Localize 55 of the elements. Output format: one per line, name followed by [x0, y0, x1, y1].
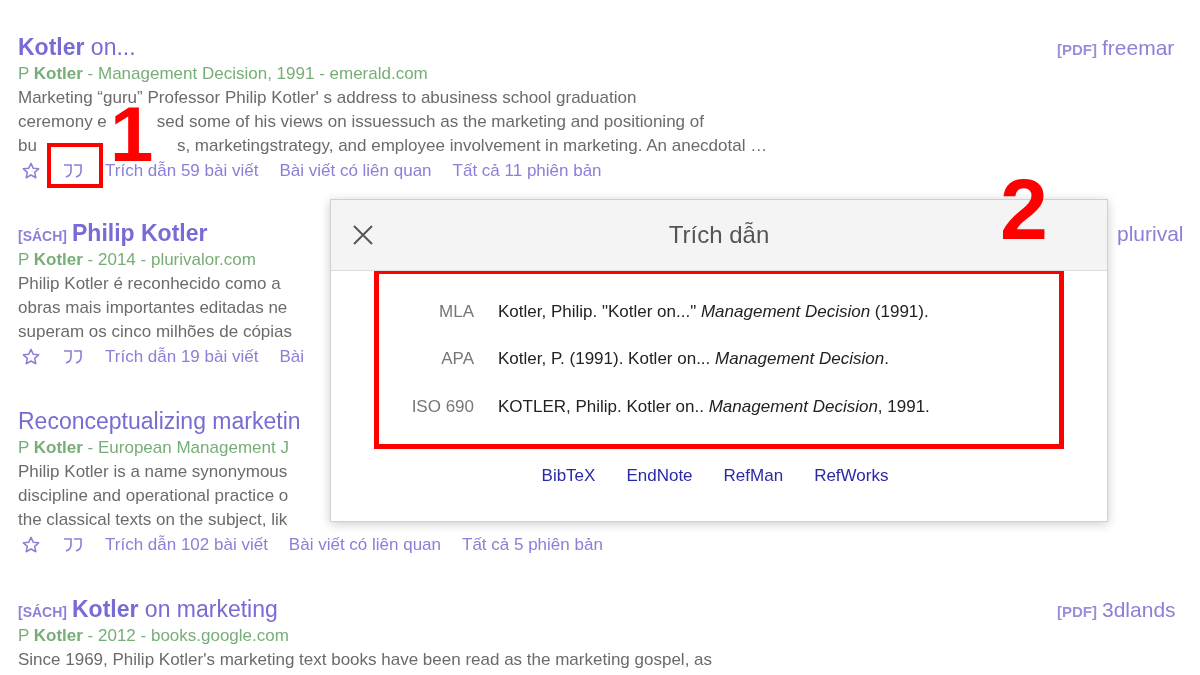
export-link[interactable]: BibTeX	[541, 463, 596, 489]
result-snippet: discipline and operational practice o	[18, 485, 289, 507]
result-meta: P Kotler - 2012 - books.google.com	[18, 625, 290, 647]
result-snippet: Philip Kotler is a name synonymous	[18, 461, 288, 483]
result-snippet: Since 1969, Philip Kotler's marketing text books have been read as the marketing gospel, as	[18, 649, 713, 671]
star-icon[interactable]	[21, 347, 41, 367]
result-snippet: sed some of his views on issuessuch as the marketing and positioning of	[156, 111, 704, 133]
file-link[interactable]: freemar	[1102, 32, 1175, 64]
quote-icon[interactable]	[62, 163, 84, 179]
citation-style: APA	[440, 348, 474, 371]
result-snippet: obras mais importantes editadas ne	[18, 297, 288, 319]
result-snippet: Philip Kotler é reconhecido como a	[18, 273, 281, 295]
dialog-title: Trích dẫn	[668, 220, 770, 250]
close-button[interactable]	[351, 223, 375, 247]
result-link[interactable]: Bài viết có liên quan	[279, 158, 432, 184]
export-link[interactable]: RefWorks	[814, 463, 889, 489]
export-link[interactable]: RefMan	[723, 463, 784, 489]
result-title[interactable]: Reconceptualizing marketin	[18, 404, 301, 439]
result-link[interactable]: Bài	[279, 344, 304, 370]
result-title[interactable]: Kotler on marketing	[72, 592, 278, 627]
result-title[interactable]: Kotler on...	[18, 30, 136, 65]
export-link[interactable]: EndNote	[626, 463, 693, 489]
result-meta: P Kotler - 2014 - plurivalor.com	[18, 249, 257, 271]
citation-text: KOTLER, Philip. Kotler on.. Management Decision, 1991.	[498, 395, 930, 418]
result-link[interactable]: Trích dẫn 19 bài viết	[105, 344, 259, 370]
result-link[interactable]: Bài viết có liên quan	[288, 532, 441, 558]
result-snippet: s, marketingstrategy, and employee involvement in marketing. An anecdotal …	[176, 135, 768, 157]
annotation-number: 1	[110, 106, 154, 162]
quote-icon[interactable]	[62, 537, 84, 553]
result-snippet: the classical texts on the subject, lik	[18, 509, 288, 531]
result-meta: P Kotler - Management Decision, 1991 - emerald.com	[18, 63, 429, 85]
citation-style: MLA	[438, 300, 474, 323]
result-snippet: superam os cinco milhões de cópias	[18, 321, 293, 343]
result-title[interactable]: Philip Kotler	[72, 216, 208, 251]
star-icon[interactable]	[21, 535, 41, 555]
result-link[interactable]: Tất cả 11 phiên bản	[452, 158, 602, 184]
citation-style: ISO 690	[410, 395, 474, 418]
result-snippet: bu	[18, 135, 37, 157]
star-icon[interactable]	[21, 161, 41, 181]
result-snippet: Marketing “guru” Professor Philip Kotler' s address to abusiness school graduation	[18, 87, 637, 107]
citation-text: Kotler, Philip. "Kotler on..." Management Decision (1991).	[498, 300, 929, 323]
close-icon	[352, 224, 374, 246]
file-link[interactable]: plurival	[1117, 218, 1184, 250]
file-tag: [PDF]	[1057, 601, 1097, 624]
type-tag: [SÁCH]	[18, 226, 67, 247]
annotation-number: 2	[1000, 166, 1048, 252]
file-link[interactable]: 3dlands	[1102, 594, 1176, 626]
result-snippet: ceremony e	[18, 111, 107, 133]
quote-icon[interactable]	[62, 349, 84, 365]
result-link[interactable]: Trích dẫn 102 bài viết	[105, 532, 268, 558]
type-tag: [SÁCH]	[18, 602, 67, 623]
result-meta: P Kotler - European Management J	[18, 437, 290, 459]
file-tag: [PDF]	[1057, 39, 1097, 62]
result-link[interactable]: Tất cả 5 phiên bản	[462, 532, 603, 558]
citation-text: Kotler, P. (1991). Kotler on... Management Decision.	[498, 348, 889, 371]
